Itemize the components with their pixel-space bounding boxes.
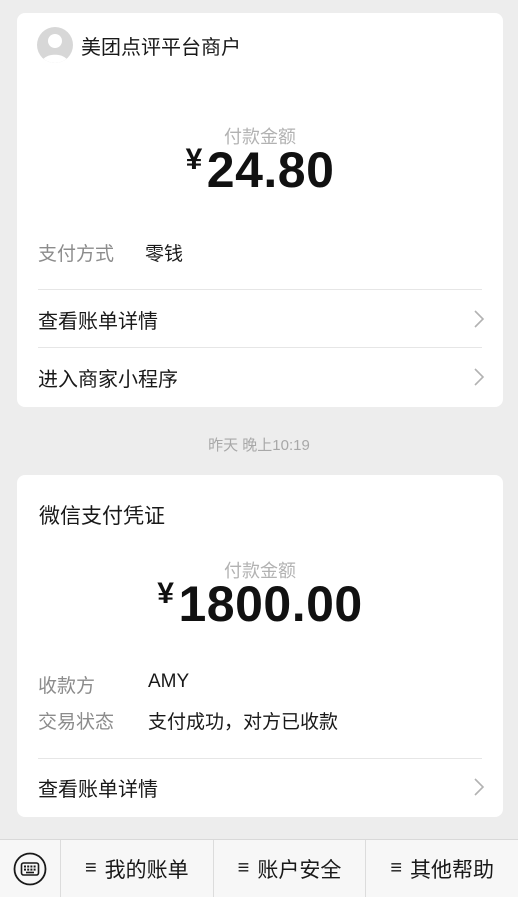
status-value: 支付成功，对方已收款 (148, 712, 339, 733)
wechat-pay-voucher-card: 微信支付凭证 付款金额 ¥1800.00 收款方 AMY 交易状态 支付成功，对… (17, 475, 503, 817)
bottom-menu-bar: ≡ 我的账单 ≡ 账户安全 ≡ 其他帮助 (0, 839, 518, 897)
person-icon (42, 34, 68, 63)
link-label: 进入商家小程序 (38, 368, 178, 391)
currency-symbol: ¥ (157, 577, 175, 610)
menu-account-security[interactable]: ≡ 账户安全 (212, 840, 366, 897)
view-bill-details-link[interactable]: 查看账单详情 (38, 767, 485, 807)
link-label: 查看账单详情 (38, 310, 158, 333)
payment-chat-page: 美团点评平台商户 付款金额 ¥24.80 支付方式 零钱 查看账单详情 进入商家… (0, 0, 518, 897)
chevron-right-icon (474, 310, 485, 328)
avatar (37, 27, 73, 63)
enter-mini-program-link[interactable]: 进入商家小程序 (38, 357, 485, 397)
payee-label: 收款方 (38, 676, 96, 697)
payment-method-value: 零钱 (145, 244, 184, 265)
payment-method-row: 支付方式 零钱 (38, 239, 183, 266)
status-label: 交易状态 (38, 712, 115, 733)
merchant-payment-card: 美团点评平台商户 付款金额 ¥24.80 支付方式 零钱 查看账单详情 进入商家… (17, 13, 503, 407)
payment-amount: ¥1800.00 (17, 575, 503, 633)
menu-item-label: 其他帮助 (410, 858, 495, 882)
keyboard-icon (13, 852, 47, 885)
menu-icon: ≡ (85, 857, 97, 879)
payment-method-label: 支付方式 (38, 244, 115, 265)
divider (38, 289, 482, 290)
link-label: 查看账单详情 (38, 778, 158, 801)
merchant-header[interactable]: 美团点评平台商户 (37, 27, 241, 63)
voucher-title: 微信支付凭证 (39, 505, 165, 528)
merchant-name: 美团点评平台商户 (81, 36, 241, 59)
chevron-right-icon (474, 778, 485, 796)
payment-amount: ¥24.80 (17, 141, 503, 199)
menu-icon: ≡ (237, 857, 250, 879)
chevron-right-icon (474, 368, 485, 386)
menu-other-help[interactable]: ≡ 其他帮助 (365, 840, 518, 897)
amount-value: 24.80 (206, 142, 335, 198)
payee-row: 收款方 AMY (38, 671, 189, 698)
divider (38, 347, 482, 348)
keyboard-toggle-button[interactable] (0, 840, 60, 897)
transaction-status-row: 交易状态 支付成功，对方已收款 (38, 707, 338, 734)
menu-item-label: 我的账单 (104, 858, 189, 882)
menu-item-label: 账户安全 (257, 858, 342, 882)
message-timestamp: 昨天 晚上10:19 (208, 437, 310, 454)
divider (38, 758, 482, 759)
payee-value: AMY (148, 671, 190, 692)
amount-value: 1800.00 (178, 576, 363, 632)
menu-my-bills[interactable]: ≡ 我的账单 (60, 840, 213, 897)
menu-icon: ≡ (390, 857, 403, 879)
view-bill-details-link[interactable]: 查看账单详情 (38, 299, 485, 339)
currency-symbol: ¥ (185, 143, 203, 176)
